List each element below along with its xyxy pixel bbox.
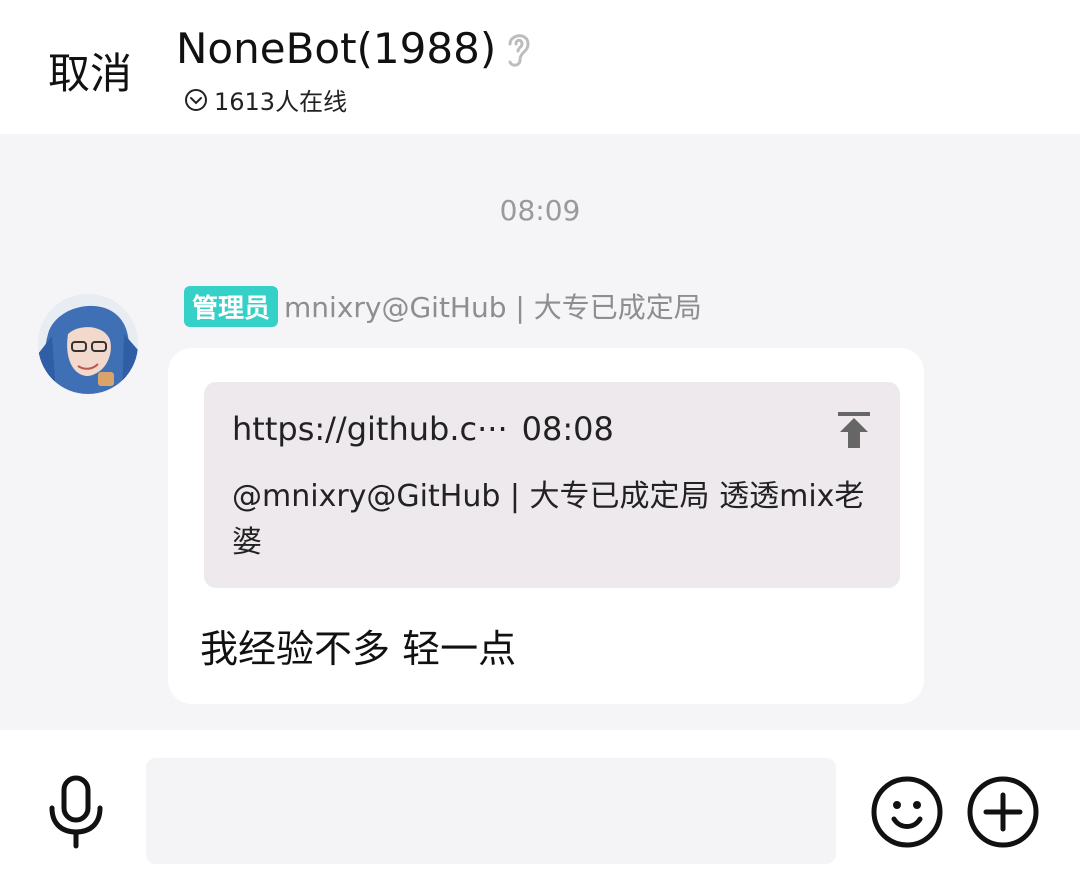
admin-badge: 管理员: [184, 285, 279, 327]
online-count-text: 1613人在线: [214, 88, 348, 116]
quote-time: 08:08: [521, 410, 614, 448]
cancel-button[interactable]: 取消: [48, 40, 132, 101]
online-status-icon: [185, 88, 207, 111]
sender-name[interactable]: mnixry@GitHub | 大专已成定局: [284, 286, 702, 326]
group-title[interactable]: NoneBot(1988): [176, 24, 496, 73]
message-bubble[interactable]: https://github.c··· 08:08 @mnixry@GitHub …: [168, 348, 924, 704]
emoji-icon[interactable]: [870, 775, 944, 849]
online-count[interactable]: 1613人在线: [184, 82, 347, 117]
message-text: 我经验不多 轻一点: [200, 627, 517, 671]
input-bar: [0, 730, 1080, 892]
quote-header: https://github.c··· 08:08: [232, 410, 614, 448]
quote-jump-icon[interactable]: [836, 410, 872, 450]
mic-icon[interactable]: [44, 774, 108, 850]
plus-icon[interactable]: [966, 775, 1040, 849]
avatar[interactable]: [38, 294, 138, 394]
quoted-message[interactable]: https://github.c··· 08:08 @mnixry@GitHub …: [204, 382, 900, 588]
message-timestamp: 08:09: [499, 194, 581, 227]
ear-icon[interactable]: [500, 26, 536, 70]
chat-header: 取消 NoneBot(1988) 1613人在线: [0, 0, 1080, 134]
quote-text: @mnixry@GitHub | 大专已成定局 透透mix老婆: [232, 479, 865, 560]
quote-source: https://github.c···: [232, 410, 508, 448]
sender-line: 管理员 mnixry@GitHub | 大专已成定局: [184, 285, 702, 327]
message-input[interactable]: [146, 758, 836, 864]
